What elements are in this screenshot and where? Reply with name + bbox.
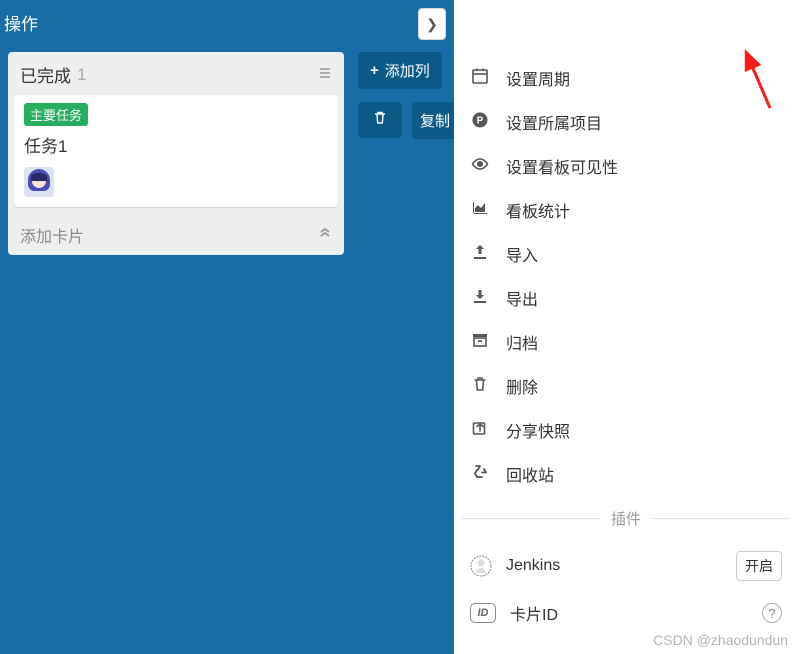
add-card-button[interactable]: 添加卡片 [20, 223, 84, 247]
list-column: 已完成 1 主要任务 任务1 添加卡片 [8, 52, 344, 255]
menu-item-label: 导入 [506, 242, 538, 266]
card[interactable]: 主要任务 任务1 [14, 95, 338, 207]
menu-item-archive[interactable]: 归档 [462, 320, 790, 364]
upload-icon [470, 243, 490, 266]
menu-item-label: 回收站 [506, 462, 554, 486]
list-menu-icon[interactable] [318, 66, 332, 83]
menu-item-delete[interactable]: 删除 [462, 364, 790, 408]
trash-icon [470, 375, 490, 398]
chart-icon [470, 199, 490, 222]
watermark: CSDN @zhaodundun [653, 632, 788, 648]
board-title: 操作 [4, 10, 38, 35]
menu-item-label: 设置所属项目 [506, 110, 602, 134]
calendar-icon [470, 67, 490, 90]
recycle-icon [470, 463, 490, 486]
card-label: 主要任务 [24, 103, 88, 126]
menu-item-label: 归档 [506, 330, 538, 354]
plugin-item-cardid[interactable]: ID 卡片ID ? [462, 591, 790, 635]
delete-button[interactable] [358, 102, 402, 138]
project-icon: P [470, 111, 490, 134]
id-badge-icon: ID [470, 603, 496, 623]
menu-item-visibility[interactable]: 设置看板可见性 [462, 144, 790, 188]
menu-item-import[interactable]: 导入 [462, 232, 790, 276]
add-list-label: 添加列 [385, 60, 430, 81]
copy-label: 复制 [420, 113, 450, 130]
menu-item-export[interactable]: 导出 [462, 276, 790, 320]
menu-item-label: 删除 [506, 374, 538, 398]
menu-item-recycle[interactable]: 回收站 [462, 452, 790, 496]
svg-text:P: P [477, 115, 484, 126]
plugin-enable-button[interactable]: 开启 [736, 551, 782, 581]
menu-list: 设置周期 P 设置所属项目 设置看板可见性 看板统计 导入 [454, 56, 798, 635]
archive-icon [470, 331, 490, 354]
menu-item-stats[interactable]: 看板统计 [462, 188, 790, 232]
menu-item-label: 设置周期 [506, 66, 570, 90]
menu-item-label: 看板统计 [506, 198, 570, 222]
plugin-name: Jenkins [506, 557, 560, 575]
menu-item-label: 设置看板可见性 [506, 154, 618, 178]
menu-item-set-cycle[interactable]: 设置周期 [462, 56, 790, 100]
list-count: 1 [77, 65, 86, 85]
list-header: 已完成 1 [14, 58, 338, 95]
menu-item-label: 导出 [506, 286, 538, 310]
list-title: 已完成 [20, 62, 71, 87]
menu-item-set-project[interactable]: P 设置所属项目 [462, 100, 790, 144]
add-list-button[interactable]: + 添加列 [358, 52, 442, 89]
plus-icon: + [370, 62, 379, 79]
avatar [24, 167, 54, 197]
trash-icon [372, 110, 388, 131]
share-icon [470, 419, 490, 442]
collapse-list-icon[interactable] [318, 227, 332, 244]
jenkins-icon [470, 555, 492, 577]
chevron-right-icon: ❯ [426, 16, 438, 33]
card-title: 任务1 [24, 132, 328, 157]
eye-icon [470, 155, 490, 178]
cardid-label: 卡片ID [510, 601, 558, 625]
menu-item-share[interactable]: 分享快照 [462, 408, 790, 452]
collapse-panel-button[interactable]: ❯ [418, 8, 446, 40]
side-panel: 设置周期 P 设置所属项目 设置看板可见性 看板统计 导入 [454, 0, 798, 654]
download-icon [470, 287, 490, 310]
copy-button[interactable]: 复制 [412, 102, 458, 139]
plugin-divider: 插件 [462, 508, 790, 529]
help-icon[interactable]: ? [762, 603, 782, 623]
menu-item-label: 分享快照 [506, 418, 570, 442]
divider-label: 插件 [611, 508, 641, 529]
plugin-item-jenkins[interactable]: Jenkins 开启 [462, 541, 790, 591]
